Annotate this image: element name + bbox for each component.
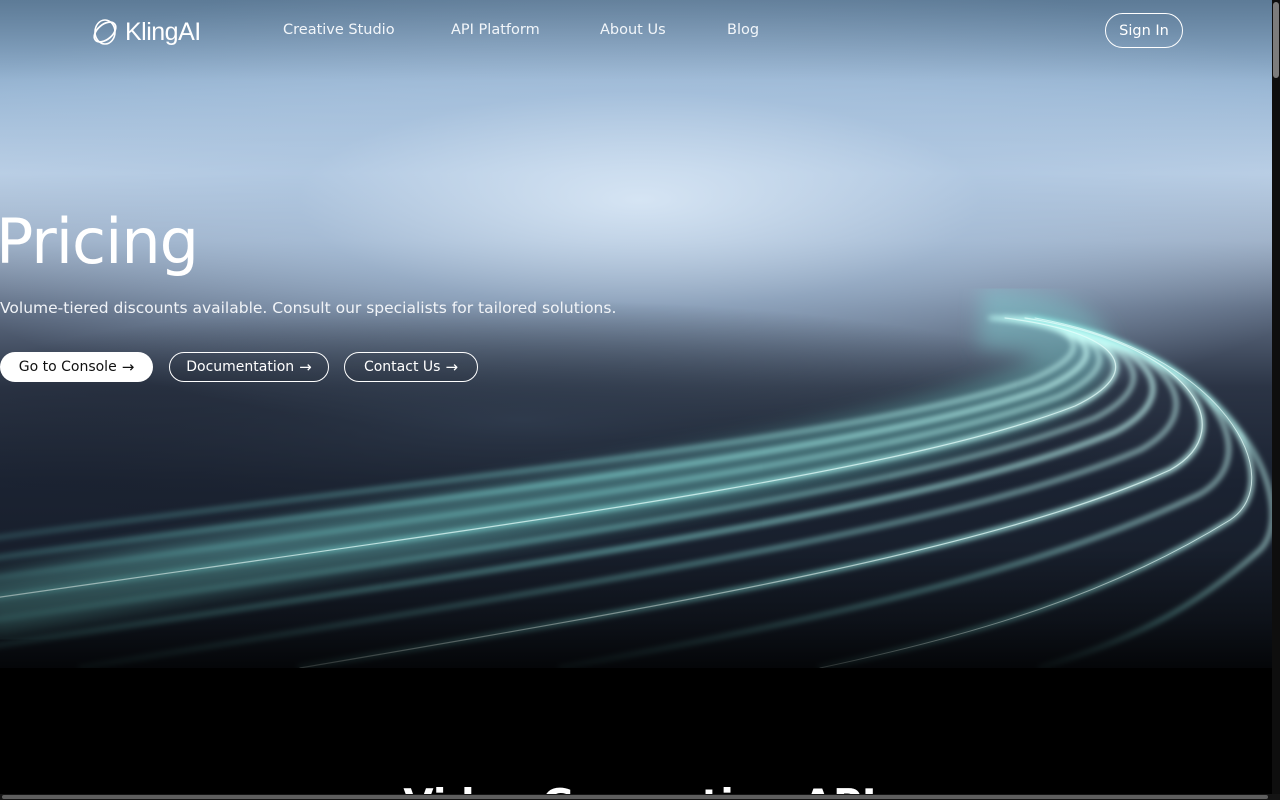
- kling-logo-icon: [93, 19, 117, 45]
- hero-background: [0, 0, 1272, 668]
- nav-api-platform[interactable]: API Platform: [451, 22, 540, 38]
- vertical-scrollbar-thumb[interactable]: [1273, 2, 1279, 78]
- page: KlingAI Creative Studio API Platform Abo…: [0, 0, 1280, 800]
- arrow-right-icon: →: [121, 357, 135, 376]
- go-to-console-label: Go to Console: [18, 359, 117, 375]
- hero-subtitle: Volume-tiered discounts available. Consu…: [0, 299, 617, 317]
- top-navbar: KlingAI Creative Studio API Platform Abo…: [0, 0, 1272, 64]
- sign-in-button[interactable]: Sign In: [1105, 13, 1183, 48]
- page-title: Pricing: [0, 205, 199, 278]
- sign-in-label: Sign In: [1119, 22, 1169, 39]
- contact-us-label: Contact Us: [363, 359, 441, 375]
- nav-about-us[interactable]: About Us: [600, 22, 666, 38]
- documentation-label: Documentation: [186, 359, 295, 375]
- brand-logo[interactable]: KlingAI: [90, 15, 201, 49]
- light-streaks-artwork: [0, 288, 1272, 668]
- arrow-right-icon: →: [445, 357, 459, 376]
- arrow-right-icon: →: [299, 357, 312, 376]
- vertical-scrollbar[interactable]: [1272, 0, 1280, 800]
- brand-name: KlingAI: [125, 17, 201, 46]
- horizontal-scrollbar[interactable]: [0, 794, 1280, 800]
- nav-creative-studio[interactable]: Creative Studio: [283, 22, 395, 38]
- go-to-console-button[interactable]: Go to Console →: [0, 352, 153, 382]
- contact-us-button[interactable]: Contact Us →: [344, 352, 478, 382]
- documentation-button[interactable]: Documentation →: [169, 352, 329, 382]
- horizontal-scrollbar-thumb[interactable]: [2, 795, 1268, 799]
- nav-blog[interactable]: Blog: [727, 22, 759, 38]
